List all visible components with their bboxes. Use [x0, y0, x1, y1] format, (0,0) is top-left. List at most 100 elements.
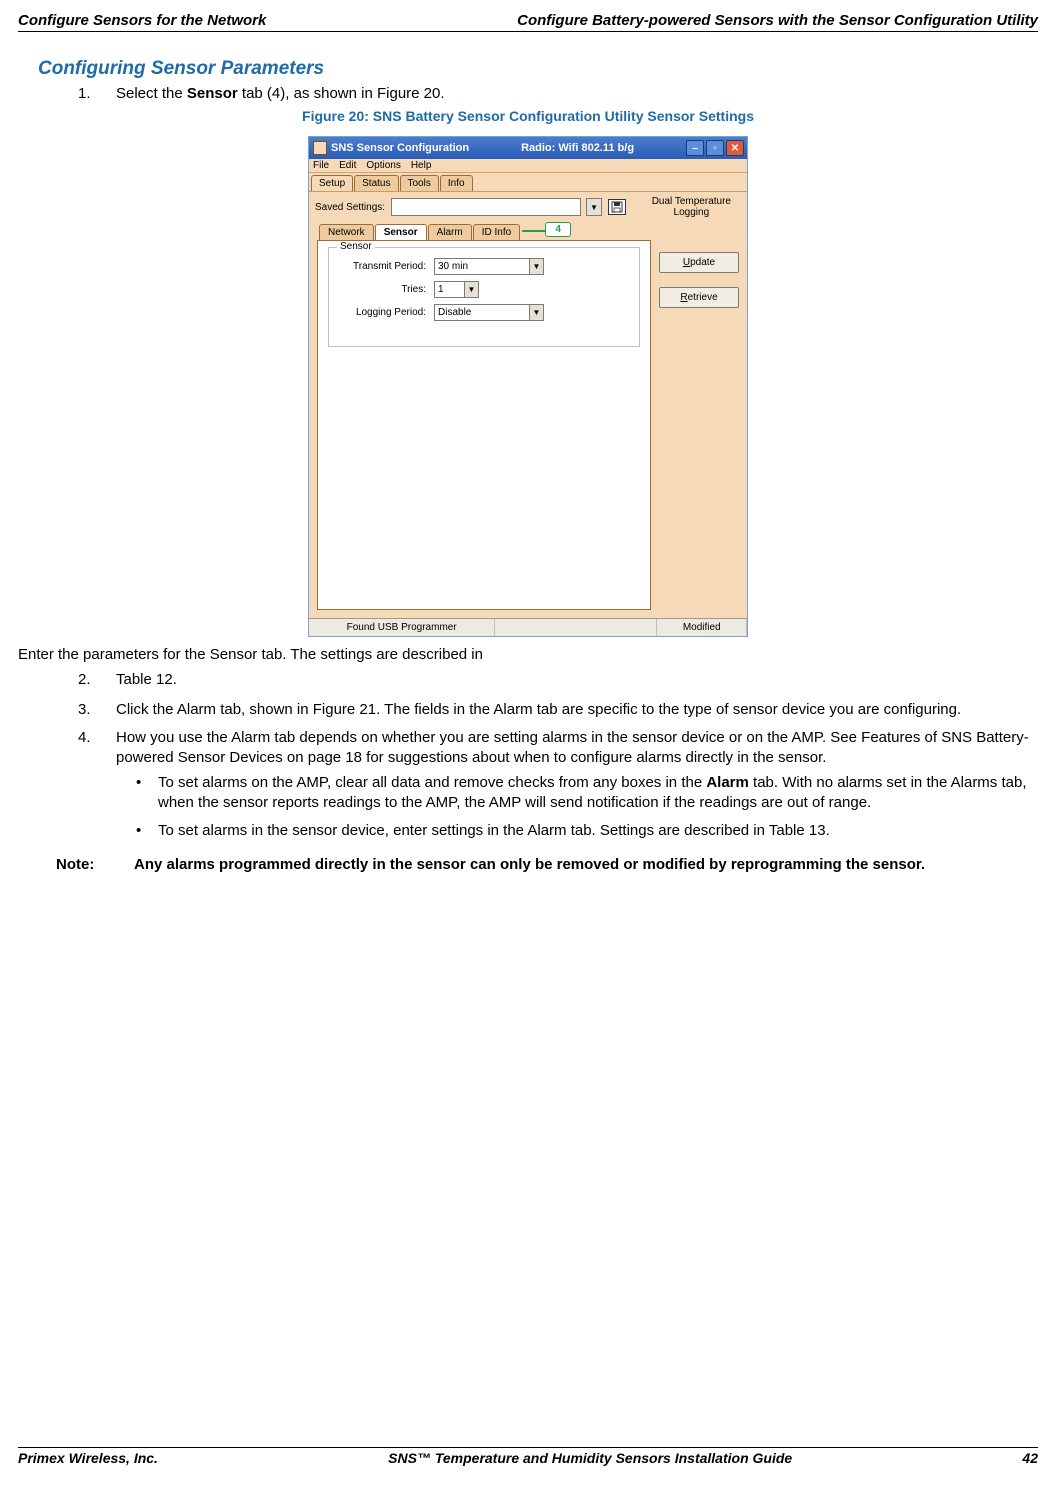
menu-file[interactable]: File — [313, 160, 329, 171]
footer-wrapper: Primex Wireless, Inc. SNS™ Temperature a… — [18, 1447, 1038, 1466]
dual-temp-line2: Logging — [652, 207, 731, 218]
update-button[interactable]: Update — [659, 252, 739, 273]
header-right: Configure Battery-powered Sensors with t… — [517, 12, 1038, 29]
titlebar-radio: Radio: Wifi 802.11 b/g — [521, 142, 634, 154]
ordered-list-cont: 2. Table 12. 3. Click the Alarm tab, sho… — [78, 670, 1038, 850]
list-body: How you use the Alarm tab depends on whe… — [116, 728, 1038, 849]
update-label-rest: pdate — [690, 257, 715, 268]
transmit-period-value: 30 min — [438, 261, 468, 272]
tries-label: Tries: — [339, 284, 434, 295]
item1-post: tab (4), as shown in Figure 20. — [238, 85, 445, 102]
window-titlebar: SNS Sensor Configuration Radio: Wifi 802… — [309, 137, 747, 159]
logging-period-label: Logging Period: — [339, 307, 434, 318]
saved-settings-row: Saved Settings: ▼ Dual Temperature Loggi… — [309, 191, 747, 222]
side-buttons: Update Retrieve — [659, 252, 739, 610]
list-item-3: 3. Click the Alarm tab, shown in Figure … — [78, 700, 1038, 720]
chevron-down-icon: ▼ — [464, 282, 478, 297]
save-icon[interactable] — [608, 199, 626, 215]
subtab-alarm[interactable]: Alarm — [428, 224, 472, 240]
maximize-button[interactable]: ▫ — [706, 140, 724, 156]
toolbar-tabs: Setup Status Tools Info — [309, 173, 747, 191]
menu-options[interactable]: Options — [366, 160, 400, 171]
subtabs-row: Network Sensor Alarm ID Info 4 — [309, 222, 747, 240]
bullet-icon: • — [136, 773, 158, 814]
subtabs: Network Sensor Alarm ID Info — [319, 224, 521, 240]
toolbar-tab-setup[interactable]: Setup — [311, 175, 353, 191]
saved-settings-select[interactable] — [391, 198, 581, 216]
sub-bullet-list: • To set alarms on the AMP, clear all da… — [136, 773, 1038, 842]
item4-text: How you use the Alarm tab depends on whe… — [116, 728, 1038, 769]
logging-period-value: Disable — [438, 307, 471, 318]
window-buttons: – ▫ ✕ — [686, 140, 744, 156]
list-item-2: 2. Table 12. — [78, 670, 1038, 690]
app-icon — [313, 141, 327, 155]
page-footer: Primex Wireless, Inc. SNS™ Temperature a… — [18, 1450, 1038, 1466]
bullet-body: To set alarms on the AMP, clear all data… — [158, 773, 1038, 814]
close-button[interactable]: ✕ — [726, 140, 744, 156]
footer-rule — [18, 1447, 1038, 1448]
footer-center: SNS™ Temperature and Humidity Sensors In… — [388, 1450, 792, 1466]
chevron-down-icon: ▼ — [529, 305, 543, 320]
statusbar: Found USB Programmer Modified — [309, 618, 747, 636]
b1-bold: Alarm — [706, 774, 749, 791]
menu-edit[interactable]: Edit — [339, 160, 356, 171]
figure-caption: Figure 20: SNS Battery Sensor Configurat… — [18, 108, 1038, 124]
header-rule — [18, 31, 1038, 32]
callout-number: 4 — [555, 224, 561, 235]
toolbar-tab-tools[interactable]: Tools — [400, 175, 439, 191]
saved-settings-dropdown-button[interactable]: ▼ — [586, 198, 602, 216]
footer-right: 42 — [1022, 1450, 1038, 1466]
logging-period-select[interactable]: Disable ▼ — [434, 304, 544, 321]
retrieve-button[interactable]: Retrieve — [659, 287, 739, 308]
sensor-panel: Sensor Transmit Period: 30 min ▼ Tries: … — [317, 240, 651, 610]
note-body: Any alarms programmed directly in the se… — [134, 855, 1038, 875]
list-item-1: 1. Select the Sensor tab (4), as shown i… — [78, 84, 1038, 104]
subtab-sensor[interactable]: Sensor — [375, 224, 427, 240]
list-body: Select the Sensor tab (4), as shown in F… — [116, 84, 1038, 104]
subtab-network[interactable]: Network — [319, 224, 374, 240]
fieldset-legend: Sensor — [337, 241, 375, 252]
bullet-item-1: • To set alarms on the AMP, clear all da… — [136, 773, 1038, 814]
sensor-fieldset: Sensor Transmit Period: 30 min ▼ Tries: … — [328, 247, 640, 347]
item1-bold: Sensor — [187, 85, 238, 102]
retrieve-label-rest: etrieve — [688, 292, 718, 303]
subtab-idinfo[interactable]: ID Info — [473, 224, 520, 240]
toolbar-tab-info[interactable]: Info — [440, 175, 473, 191]
para-enter: Enter the parameters for the Sensor tab.… — [18, 645, 1038, 665]
titlebar-app: SNS Sensor Configuration — [331, 142, 469, 154]
bullet-item-2: • To set alarms in the sensor device, en… — [136, 821, 1038, 841]
dual-temp-line1: Dual Temperature — [652, 196, 731, 207]
note-label: Note: — [56, 855, 134, 875]
list-item-4: 4. How you use the Alarm tab depends on … — [78, 728, 1038, 849]
list-number: 1. — [78, 84, 116, 104]
saved-settings-label: Saved Settings: — [315, 202, 385, 213]
tries-value: 1 — [438, 284, 444, 295]
callout-4: 4 — [545, 222, 571, 237]
list-body: Table 12. — [116, 670, 1038, 690]
screenshot-wrapper: SNS Sensor Configuration Radio: Wifi 802… — [18, 136, 1038, 637]
toolbar-tab-status[interactable]: Status — [354, 175, 398, 191]
callout-line — [522, 230, 546, 232]
chevron-down-icon: ▼ — [529, 259, 543, 274]
menu-help[interactable]: Help — [411, 160, 432, 171]
transmit-period-label: Transmit Period: — [339, 261, 434, 272]
section-title: Configuring Sensor Parameters — [38, 58, 1038, 80]
footer-left: Primex Wireless, Inc. — [18, 1450, 158, 1466]
bullet-body: To set alarms in the sensor device, ente… — [158, 821, 830, 841]
tries-select[interactable]: 1 ▼ — [434, 281, 479, 298]
page-header: Configure Sensors for the Network Config… — [18, 12, 1038, 31]
item1-pre: Select the — [116, 85, 187, 102]
list-number: 2. — [78, 670, 116, 690]
status-modified: Modified — [657, 619, 747, 636]
note-row: Note: Any alarms programmed directly in … — [56, 855, 1038, 875]
list-body: Click the Alarm tab, shown in Figure 21.… — [116, 700, 1038, 720]
row-tries: Tries: 1 ▼ — [339, 281, 629, 298]
status-empty — [495, 619, 657, 636]
transmit-period-select[interactable]: 30 min ▼ — [434, 258, 544, 275]
row-logging-period: Logging Period: Disable ▼ — [339, 304, 629, 321]
b1-pre: To set alarms on the AMP, clear all data… — [158, 774, 706, 791]
minimize-button[interactable]: – — [686, 140, 704, 156]
screenshot: SNS Sensor Configuration Radio: Wifi 802… — [308, 136, 748, 637]
dual-temp-label: Dual Temperature Logging — [652, 196, 741, 218]
row-transmit-period: Transmit Period: 30 min ▼ — [339, 258, 629, 275]
